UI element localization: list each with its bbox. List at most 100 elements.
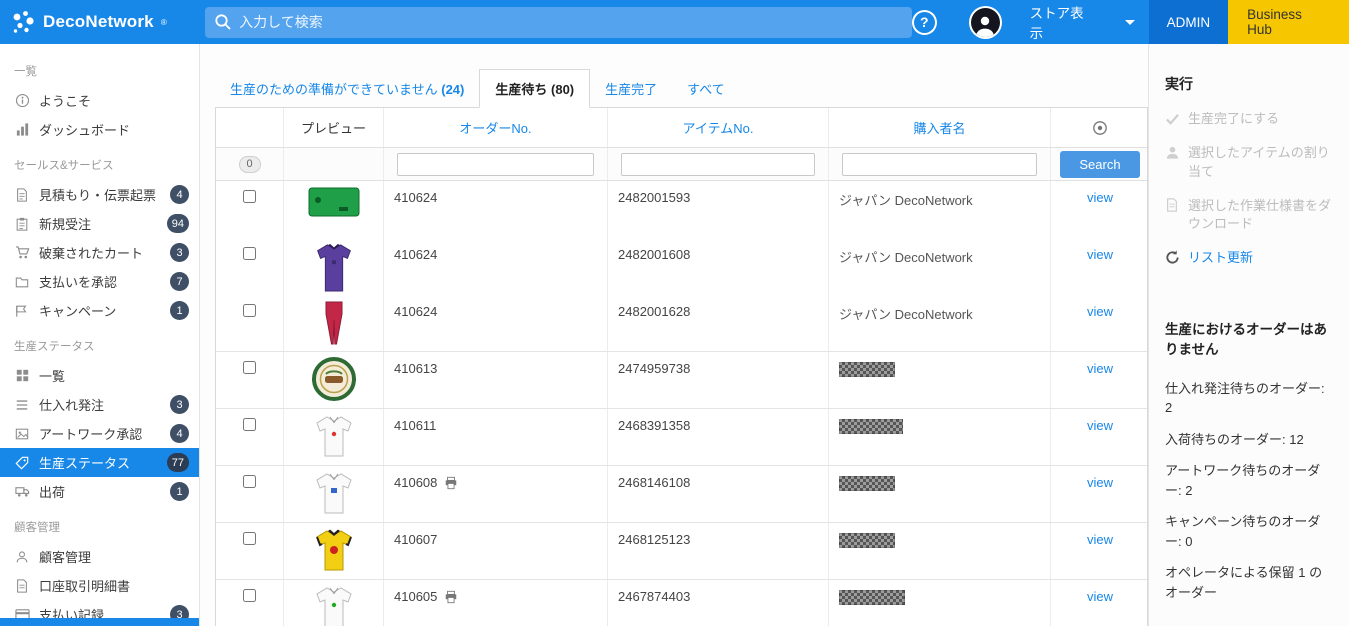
table-row: 410611 2468391358 view (216, 409, 1147, 466)
sidebar-item-purchase-orders[interactable]: 仕入れ発注 3 (0, 390, 199, 419)
tab-not-ready-for-production[interactable]: 生産のための準備ができていません (24) (215, 70, 479, 107)
order-number: 410611 (384, 409, 608, 465)
order-no-filter-input[interactable] (397, 153, 593, 176)
printer-icon[interactable] (444, 476, 458, 490)
sidebar-item-list[interactable]: 一覧 (0, 361, 199, 390)
tab-production-complete[interactable]: 生産完了 (590, 70, 672, 107)
header-item-no[interactable]: アイテムNo. (608, 108, 829, 147)
sidebar-badge: 1 (170, 482, 189, 501)
buyer-name: ジャパン DecoNetwork (829, 181, 1051, 238)
actions-panel: 実行 生産完了にする 選択したアイテムの割り当て 選択した作業仕様書をダウンロー… (1148, 44, 1349, 626)
redacted-text-block (839, 533, 895, 548)
sidebar-item-shipping[interactable]: 出荷 1 (0, 477, 199, 506)
table-row: 410605 2467874403 view (216, 580, 1147, 626)
sidebar-item-campaigns[interactable]: キャンペーン 1 (0, 296, 199, 325)
sidebar-section-customers: 顧客管理 (0, 506, 199, 542)
table-header-row: プレビュー オーダーNo. アイテムNo. 購入者名 (216, 108, 1147, 148)
global-search (205, 7, 912, 38)
view-link[interactable]: view (1087, 532, 1113, 579)
sidebar-badge: 1 (170, 301, 189, 320)
business-hub-button[interactable]: Business Hub (1228, 0, 1349, 44)
view-link[interactable]: view (1087, 589, 1113, 626)
sidebar-item-label: キャンペーン (39, 301, 161, 320)
sidebar-item-quotes[interactable]: 見積もり・伝票起票 4 (0, 180, 199, 209)
sidebar-item-label: 出荷 (39, 482, 161, 501)
view-link[interactable]: view (1087, 190, 1113, 238)
tab-count: (24) (441, 82, 464, 97)
sidebar-badge: 7 (170, 272, 189, 291)
buyer-filter-input[interactable] (842, 153, 1036, 176)
sidebar-item-customer-management[interactable]: 顧客管理 (0, 542, 199, 571)
sidebar-item-new-orders[interactable]: 新規受注 94 (0, 209, 199, 238)
search-button[interactable]: Search (1060, 151, 1140, 178)
row-checkbox[interactable] (243, 589, 256, 602)
sidebar-item-production-status[interactable]: 生産ステータス 77 (0, 448, 199, 477)
sidebar-item-label: 生産ステータス (39, 453, 158, 472)
tab-label: 生産のための準備ができていません (230, 82, 438, 97)
admin-button[interactable]: ADMIN (1149, 0, 1229, 44)
sidebar-item-welcome[interactable]: ようこそ (0, 86, 199, 115)
table-row: 410608 2468146108 view (216, 466, 1147, 523)
search-icon (214, 13, 232, 31)
view-link[interactable]: view (1087, 304, 1113, 351)
sidebar-item-dashboard[interactable]: ダッシュボード (0, 115, 199, 144)
brand-registered-mark: ® (161, 18, 167, 27)
info-icon (14, 93, 30, 109)
help-button[interactable]: ? (912, 10, 937, 35)
row-checkbox[interactable] (243, 361, 256, 374)
sidebar-badge: 77 (167, 453, 189, 472)
buyer-name-redacted (829, 523, 1051, 579)
sidebar-item-payment-records[interactable]: 支払い記録 3 (0, 600, 199, 626)
row-checkbox[interactable] (243, 247, 256, 260)
sidebar-item-label: 支払いを承認 (39, 272, 161, 291)
row-checkbox[interactable] (243, 304, 256, 317)
sidebar-item-label: アートワーク承認 (39, 424, 161, 443)
row-checkbox[interactable] (243, 475, 256, 488)
search-input[interactable] (205, 7, 912, 38)
view-link[interactable]: view (1087, 247, 1113, 295)
row-checkbox[interactable] (243, 418, 256, 431)
view-link[interactable]: view (1087, 475, 1113, 522)
image-icon (14, 426, 30, 442)
summary-line: オペレータによる保留 1 のオーダー (1165, 563, 1335, 602)
store-view-button[interactable]: ストア表示 (1030, 2, 1149, 42)
sidebar-item-label: 新規受注 (39, 214, 158, 233)
lines-icon (14, 397, 30, 413)
tab-all[interactable]: すべて (672, 70, 740, 107)
action-download-work-specs: 選択した作業仕様書をダウンロード (1165, 197, 1335, 235)
printer-icon[interactable] (444, 590, 458, 604)
sidebar-item-label: ダッシュボード (39, 120, 189, 139)
status-tabs: 生産のための準備ができていません (24) 生産待ち (80) 生産完了 すべて (215, 69, 1148, 107)
action-refresh-list[interactable]: リスト更新 (1165, 249, 1335, 268)
tab-label: すべて (687, 82, 725, 97)
item-number: 2468125123 (608, 523, 829, 579)
header-order-no[interactable]: オーダーNo. (384, 108, 608, 147)
clipboard-icon (14, 216, 30, 232)
tab-awaiting-production[interactable]: 生産待ち (80) (479, 69, 590, 108)
document-icon (1165, 198, 1180, 213)
avatar[interactable] (969, 6, 1002, 39)
product-thumbnail (284, 181, 384, 238)
header-actions[interactable] (1051, 108, 1149, 147)
megaphone-icon (14, 303, 30, 319)
sidebar-item-label: 支払い記録 (39, 605, 161, 624)
redacted-text-block (839, 476, 895, 491)
row-checkbox[interactable] (243, 190, 256, 203)
item-no-filter-input[interactable] (621, 153, 815, 176)
action-label: 生産完了にする (1188, 110, 1279, 129)
sidebar-badge: 3 (170, 605, 189, 624)
sidebar-item-artwork-approval[interactable]: アートワーク承認 4 (0, 419, 199, 448)
view-link[interactable]: view (1087, 361, 1113, 408)
sidebar-item-approve-payments[interactable]: 支払いを承認 7 (0, 267, 199, 296)
row-checkbox[interactable] (243, 532, 256, 545)
view-link[interactable]: view (1087, 418, 1113, 465)
sidebar-badge: 94 (167, 214, 189, 233)
header-buyer[interactable]: 購入者名 (829, 108, 1051, 147)
redacted-text-block (839, 362, 895, 377)
top-bar: DecoNetwork® ? ストア表示 ADMIN Business Hub (0, 0, 1349, 44)
sidebar-item-account-statements[interactable]: 口座取引明細書 (0, 571, 199, 600)
buyer-name-redacted (829, 352, 1051, 408)
brand-logo[interactable]: DecoNetwork® (0, 9, 199, 35)
buyer-name: ジャパン DecoNetwork (829, 295, 1051, 351)
sidebar-item-abandoned-carts[interactable]: 破棄されたカート 3 (0, 238, 199, 267)
